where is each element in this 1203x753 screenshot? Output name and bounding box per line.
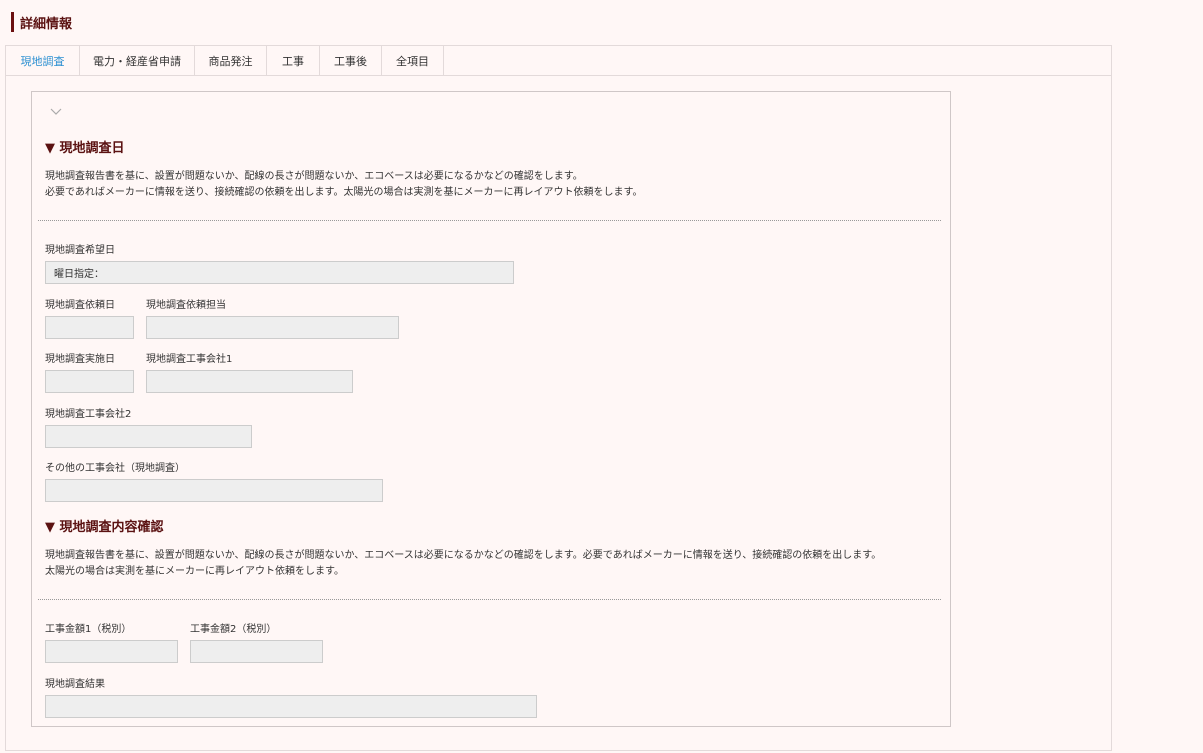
divider bbox=[38, 599, 941, 600]
tab-all-items[interactable]: 全項目 bbox=[382, 46, 444, 75]
tab-construction[interactable]: 工事 bbox=[267, 46, 320, 75]
other-company-field[interactable] bbox=[45, 479, 383, 502]
section-description: 現地調査報告書を基に、設置が問題ないか、配線の長さが問題ないか、エコベースは必要… bbox=[45, 550, 882, 561]
section-title-survey-date: ▼ 現地調査日 bbox=[45, 141, 125, 156]
site-survey-card: ▼ 現地調査日 現地調査報告書を基に、設置が問題ないか、配線の長さが問題ないか、… bbox=[31, 91, 951, 727]
request-date-label: 現地調査依頼日 bbox=[45, 300, 115, 311]
amount2-label: 工事金額2（税別） bbox=[190, 624, 277, 635]
desired-date-label: 現地調査希望日 bbox=[45, 245, 115, 256]
request-person-label: 現地調査依頼担当 bbox=[146, 300, 226, 311]
divider bbox=[38, 220, 941, 221]
company2-field[interactable] bbox=[45, 425, 252, 448]
tab-product-order[interactable]: 商品発注 bbox=[195, 46, 267, 75]
company1-field[interactable] bbox=[146, 370, 353, 393]
amount1-label: 工事金額1（税別） bbox=[45, 624, 132, 635]
request-person-field[interactable] bbox=[146, 316, 399, 339]
impl-date-field[interactable] bbox=[45, 370, 134, 393]
section-description: 現地調査報告書を基に、設置が問題ないか、配線の長さが問題ないか、エコベースは必要… bbox=[45, 171, 583, 182]
detail-panel: 現地調査 電力・経産省申請 商品発注 工事 工事後 全項目 ▼ 現地調査日 現地… bbox=[5, 45, 1112, 751]
tab-bar: 現地調査 電力・経産省申請 商品発注 工事 工事後 全項目 bbox=[6, 46, 1111, 76]
result-label: 現地調査結果 bbox=[45, 679, 105, 690]
tab-site-survey[interactable]: 現地調査 bbox=[6, 46, 80, 75]
page-title: 詳細情報 bbox=[20, 16, 73, 32]
request-date-field[interactable] bbox=[45, 316, 134, 339]
chevron-down-icon[interactable] bbox=[48, 104, 64, 120]
section-title-survey-content: ▼ 現地調査内容確認 bbox=[45, 520, 164, 535]
impl-date-label: 現地調査実施日 bbox=[45, 354, 115, 365]
tab-power-application[interactable]: 電力・経産省申請 bbox=[80, 46, 195, 75]
other-company-label: その他の工事会社（現地調査） bbox=[45, 463, 185, 474]
result-field[interactable] bbox=[45, 695, 537, 718]
section-description: 太陽光の場合は実測を基にメーカーに再レイアウト依頼をします。 bbox=[45, 566, 344, 577]
company2-label: 現地調査工事会社2 bbox=[45, 409, 132, 420]
amount2-field[interactable] bbox=[190, 640, 323, 663]
desired-date-field[interactable]: 曜日指定： bbox=[45, 261, 514, 284]
page-header: 詳細情報 bbox=[11, 12, 72, 32]
tab-after-construction[interactable]: 工事後 bbox=[320, 46, 382, 75]
company1-label: 現地調査工事会社1 bbox=[146, 354, 233, 365]
amount1-field[interactable] bbox=[45, 640, 178, 663]
section-description: 必要であればメーカーに情報を送り、接続確認の依頼を出します。太陽光の場合は実測を… bbox=[45, 187, 643, 198]
